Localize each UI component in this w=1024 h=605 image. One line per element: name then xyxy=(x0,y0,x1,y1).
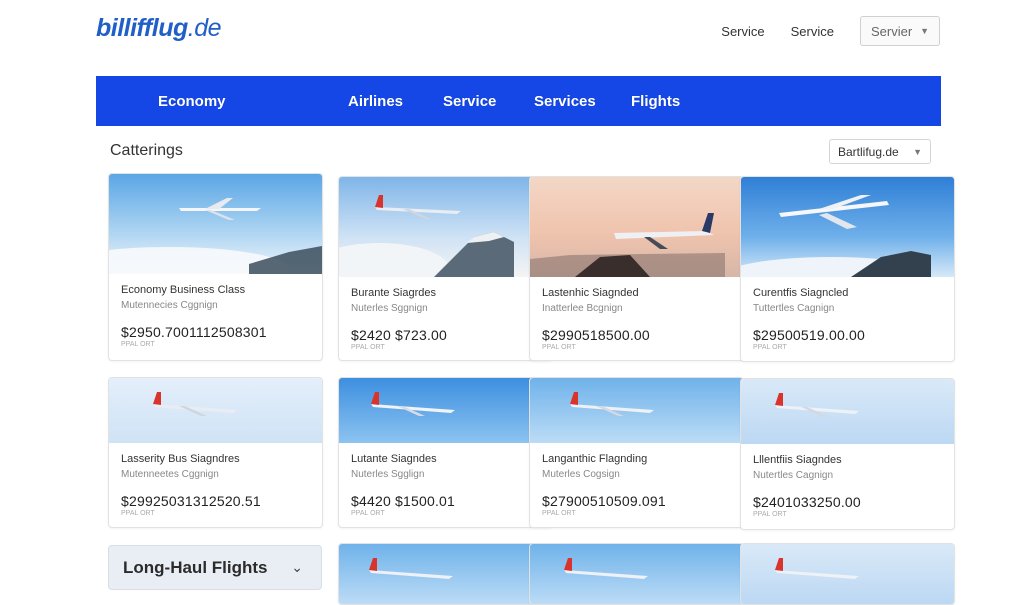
flight-card[interactable]: Lllentfiis Siagndes Nutertles Cagnign $2… xyxy=(740,378,955,530)
top-navigation: Service Service Servier ▼ xyxy=(721,16,940,46)
brand-logo[interactable]: billifflug.de xyxy=(96,14,222,43)
flight-card[interactable]: Lutante Siagndes Nuterles Sgglign $4420 … xyxy=(338,377,553,528)
card-title: Lutante Siagndes xyxy=(351,453,437,465)
card-price: $2990518500.00 xyxy=(542,327,650,343)
card-subtitle: Inatterlee Bcgnign xyxy=(542,303,623,314)
card-price-note: PPAL ORT xyxy=(351,510,385,517)
airplane-icon xyxy=(775,558,859,579)
card-price-note: PPAL ORT xyxy=(753,344,787,351)
accordion-label: Long-Haul Flights xyxy=(123,557,268,577)
main-navbar: Economy Airlines Service Services Flight… xyxy=(96,76,941,126)
chevron-down-icon: ⌄ xyxy=(291,559,303,575)
card-title: Langanthic Flagnding xyxy=(542,453,648,465)
flight-photo xyxy=(339,177,552,277)
card-title: Lastenhic Siagnded xyxy=(542,287,639,299)
airplane-icon xyxy=(564,558,648,579)
top-service-select[interactable]: Servier ▼ xyxy=(860,16,940,46)
top-link-service-1[interactable]: Service xyxy=(721,24,764,39)
card-price: $2401033250.00 xyxy=(753,494,861,510)
card-subtitle: Nuterles Sgglign xyxy=(351,469,425,480)
card-title: Lasserity Bus Siagndres xyxy=(121,453,240,465)
card-price-note: PPAL ORT xyxy=(121,510,155,517)
brand-name: billifflug xyxy=(96,14,188,42)
card-price-note: PPAL ORT xyxy=(351,344,385,351)
airplane-icon xyxy=(570,392,654,416)
airplane-icon xyxy=(179,198,261,220)
flight-card[interactable]: Economy Business Class Mutennecies Cggni… xyxy=(108,173,323,361)
site-filter-select[interactable]: Bartlifug.de ▼ xyxy=(829,139,931,164)
card-price: $29925031312520.51 xyxy=(121,493,261,509)
airplane-icon xyxy=(375,195,461,219)
flight-photo xyxy=(741,544,954,604)
nav-item-airlines[interactable]: Airlines xyxy=(348,93,403,110)
flight-card[interactable]: Lastenhic Siagnded Inatterlee Bcgnign $2… xyxy=(529,176,744,361)
airplane-icon xyxy=(775,393,859,417)
card-price-note: PPAL ORT xyxy=(121,341,155,348)
airplane-icon xyxy=(369,558,453,579)
site-filter-value: Bartlifug.de xyxy=(838,144,899,159)
flight-card[interactable]: Burante Siagrdes Nuterles Sggnign $2420 … xyxy=(338,176,553,361)
card-price: $2950.7001112508301 xyxy=(121,324,267,340)
card-subtitle: Mutennecies Cggnign xyxy=(121,300,218,311)
flight-photo xyxy=(109,378,322,443)
card-title: Economy Business Class xyxy=(121,284,246,296)
chevron-down-icon: ▼ xyxy=(913,146,922,157)
card-price-note: PPAL ORT xyxy=(542,344,576,351)
card-title: Burante Siagrdes xyxy=(351,287,436,299)
card-subtitle: Nutertles Cagnign xyxy=(753,470,834,481)
flight-card[interactable]: Curentfis Siagncled Tuttertles Cagnign $… xyxy=(740,176,955,362)
flight-card[interactable]: Langanthic Flagnding Muterles Cogsign $2… xyxy=(529,377,744,528)
card-title: Curentfis Siagncled xyxy=(753,287,849,299)
flight-card[interactable]: Lasserity Bus Siagndres Mutenneetes Cggn… xyxy=(108,377,323,528)
flight-photo xyxy=(339,544,552,604)
flight-photo xyxy=(741,379,954,444)
flight-photo xyxy=(530,544,743,604)
flight-photo xyxy=(339,378,552,443)
flight-photo xyxy=(530,378,743,443)
card-subtitle: Tuttertles Cagnign xyxy=(753,303,835,314)
flight-photo xyxy=(530,177,743,277)
card-price-note: PPAL ORT xyxy=(542,510,576,517)
airplane-icon xyxy=(371,392,455,416)
flight-photo xyxy=(741,177,954,277)
airplane-icon xyxy=(614,213,714,249)
section-title: Catterings xyxy=(110,142,183,159)
nav-item-flights[interactable]: Flights xyxy=(631,93,680,110)
card-price: $29500519.00.00 xyxy=(753,327,865,343)
long-haul-accordion[interactable]: Long-Haul Flights ⌄ xyxy=(108,545,322,590)
card-price: $4420 $1500.01 xyxy=(351,493,456,509)
airplane-icon xyxy=(153,392,237,416)
flight-card[interactable] xyxy=(338,543,553,605)
card-subtitle: Muterles Cogsign xyxy=(542,469,620,480)
card-title: Lllentfiis Siagndes xyxy=(753,454,842,466)
airplane-icon xyxy=(779,195,889,229)
chevron-down-icon: ▼ xyxy=(920,26,929,36)
top-service-select-value: Servier xyxy=(871,23,913,39)
card-subtitle: Nuterles Sggnign xyxy=(351,303,428,314)
brand-tld: .de xyxy=(187,14,222,42)
nav-item-services[interactable]: Services xyxy=(534,93,596,110)
flight-card[interactable] xyxy=(740,543,955,605)
flight-card[interactable] xyxy=(529,543,744,605)
top-link-service-2[interactable]: Service xyxy=(791,24,834,39)
card-price: $27900510509.091 xyxy=(542,493,666,509)
nav-item-economy[interactable]: Economy xyxy=(158,93,226,110)
flight-photo xyxy=(109,174,322,274)
card-price-note: PPAL ORT xyxy=(753,511,787,518)
card-subtitle: Mutenneetes Cggnign xyxy=(121,469,219,480)
nav-item-service[interactable]: Service xyxy=(443,93,496,110)
card-price: $2420 $723.00 xyxy=(351,327,448,343)
